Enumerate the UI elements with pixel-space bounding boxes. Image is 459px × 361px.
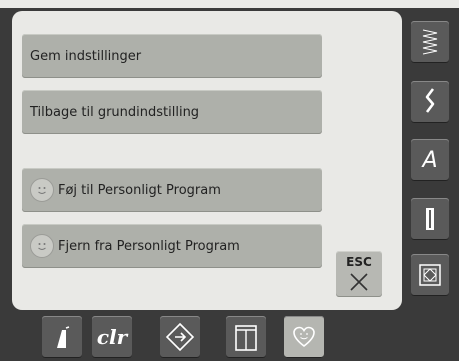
navigation-button[interactable] xyxy=(160,316,200,358)
add-personal-program-button[interactable]: Føj til Personligt Program xyxy=(22,168,322,212)
clr-label: clr xyxy=(96,325,128,349)
decorative-stitch-icon xyxy=(425,88,435,113)
close-icon xyxy=(350,273,368,291)
personal-program-icon xyxy=(293,326,315,348)
zigzag-stitch-icon xyxy=(422,29,438,55)
tutorial-button[interactable] xyxy=(226,316,266,358)
sidebar-item-alphabet[interactable]: A xyxy=(411,139,449,181)
reset-defaults-label: Tilbage til grundindstilling xyxy=(30,104,200,120)
stitch-setting-icon xyxy=(57,326,70,348)
remove-personal-program-label: Fjern fra Personligt Program xyxy=(58,238,240,254)
sidebar-item-quilt[interactable] xyxy=(411,254,449,296)
add-personal-program-label: Føj til Personligt Program xyxy=(58,182,221,198)
navigation-icon xyxy=(165,322,195,352)
clr-button[interactable]: clr xyxy=(92,316,132,358)
save-settings-button[interactable]: Gem indstillinger xyxy=(22,34,322,78)
stitch-setting-button[interactable] xyxy=(42,316,82,358)
smiley-icon xyxy=(30,178,54,202)
remove-personal-program-button[interactable]: Fjern fra Personligt Program xyxy=(22,224,322,268)
personal-program-button[interactable] xyxy=(284,316,324,358)
reset-defaults-button[interactable]: Tilbage til grundindstilling xyxy=(22,90,322,134)
quilt-icon xyxy=(419,264,441,286)
top-strip xyxy=(0,0,459,8)
screen: Gem indstillinger Tilbage til grundindst… xyxy=(0,0,459,361)
smiley-icon xyxy=(30,234,54,258)
esc-button[interactable]: ESC xyxy=(336,251,382,297)
tutorial-icon xyxy=(235,325,257,351)
sidebar-item-zigzag[interactable] xyxy=(411,21,449,63)
buttonhole-icon xyxy=(426,208,434,230)
alphabet-icon: A xyxy=(422,147,438,173)
esc-label: ESC xyxy=(346,255,372,269)
save-settings-label: Gem indstillinger xyxy=(30,48,142,64)
sidebar-item-decorative[interactable] xyxy=(411,81,449,123)
sidebar-item-buttonhole[interactable] xyxy=(411,198,449,240)
